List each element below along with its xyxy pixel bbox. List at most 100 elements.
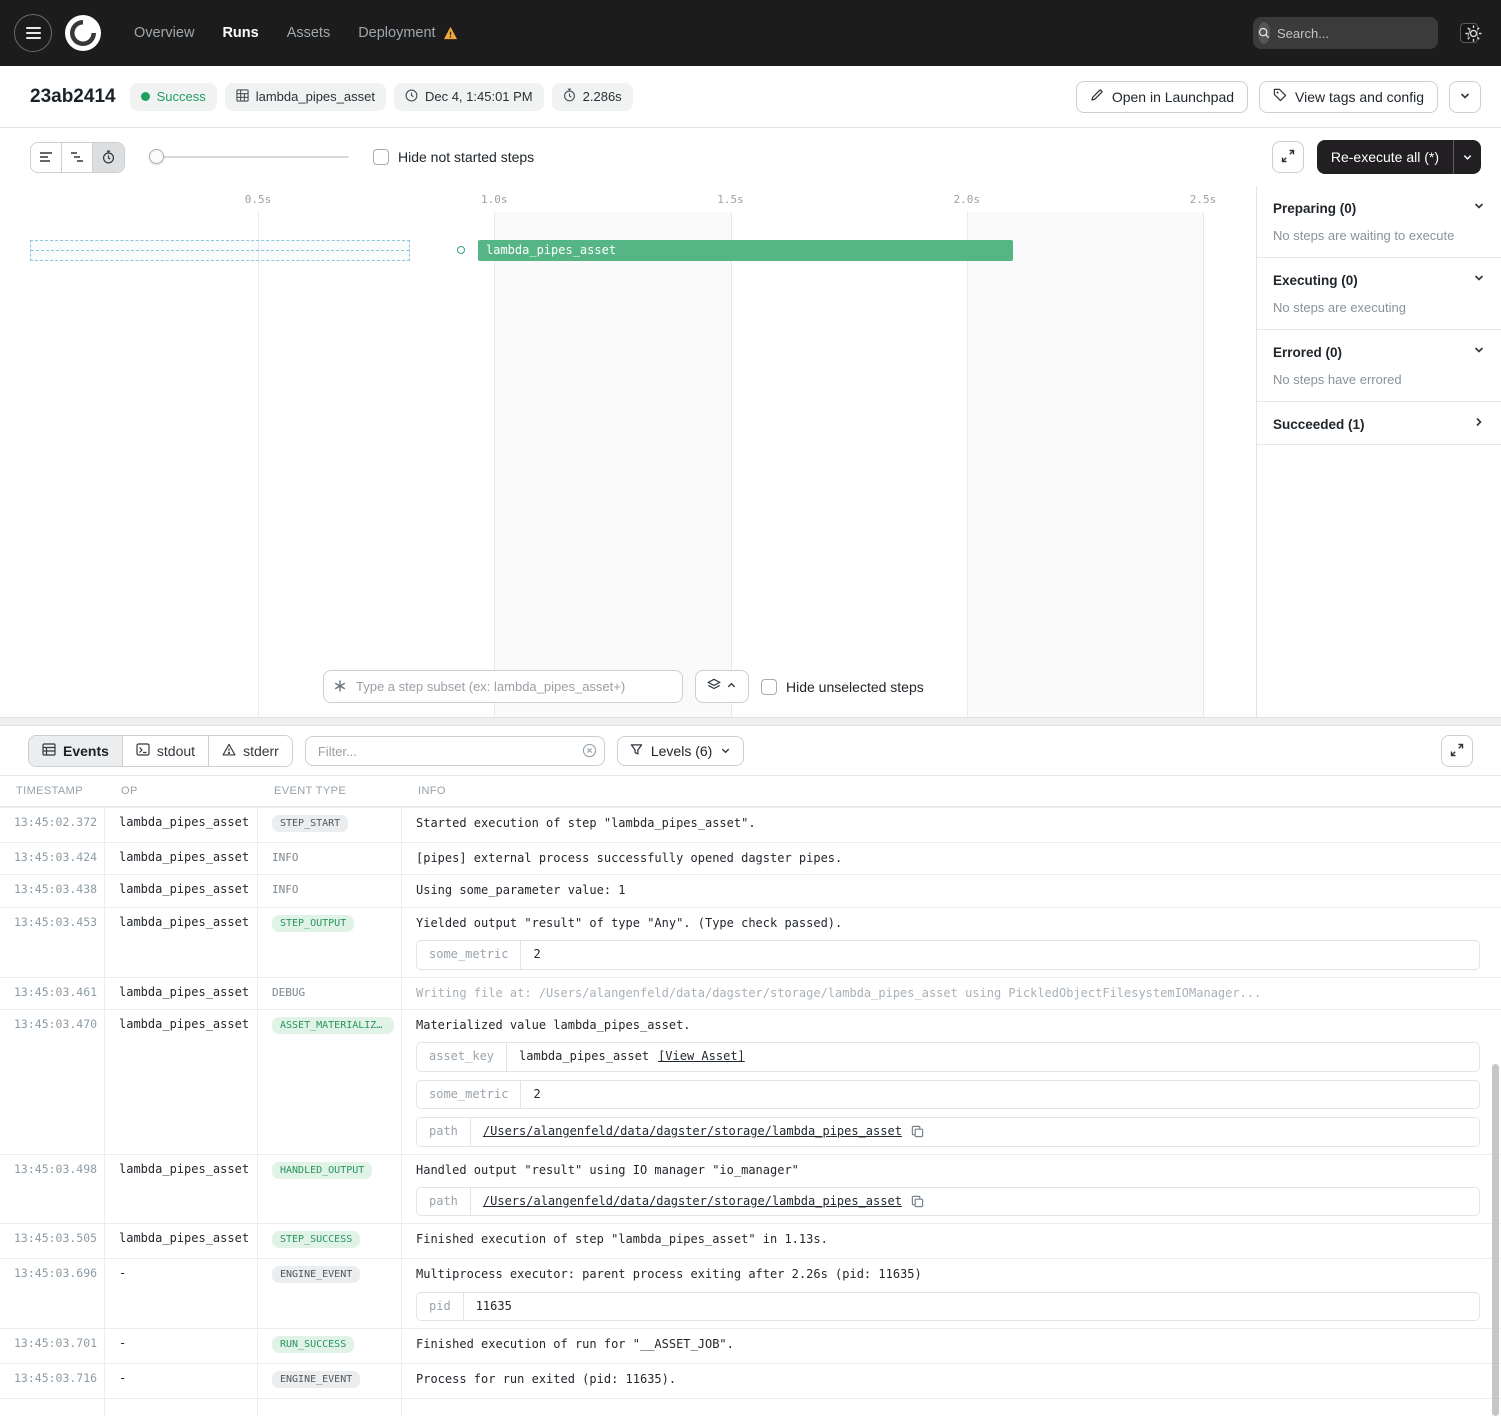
metadata-value: 11635	[464, 1293, 524, 1320]
status-panel: Preparing (0)No steps are waiting to exe…	[1256, 186, 1501, 717]
run-id: 23ab2414	[30, 86, 116, 108]
zoom-slider-knob[interactable]	[149, 149, 164, 164]
checkbox-icon[interactable]	[373, 149, 389, 165]
hide-not-started-checkbox[interactable]: Hide not started steps	[373, 149, 534, 165]
reexecute-all-button[interactable]: Re-execute all (*)	[1317, 140, 1481, 174]
table-row[interactable]: 13:45:03.438lambda_pipes_assetINFOUsing …	[0, 875, 1501, 907]
nav-item-assets[interactable]: Assets	[287, 25, 331, 41]
view-tags-config-label: View tags and config	[1295, 89, 1424, 105]
search-icon	[1258, 22, 1270, 44]
axis-band	[494, 212, 730, 717]
run-actions-dropdown-button[interactable]	[1449, 81, 1481, 113]
tab-stdout[interactable]: stdout	[123, 736, 209, 766]
event-type-badge: STEP_START	[272, 815, 348, 832]
table-row[interactable]: 13:45:03.424lambda_pipes_assetINFO[pipes…	[0, 843, 1501, 875]
gridline	[258, 212, 259, 717]
waterfall-view-button[interactable]	[62, 143, 93, 172]
nav-items: Overview Runs Assets Deployment	[134, 25, 458, 41]
status-section-header[interactable]: Errored (0)	[1257, 330, 1501, 372]
levels-dropdown-button[interactable]: Levels (6)	[617, 736, 744, 766]
flat-view-button[interactable]	[31, 143, 62, 172]
table-row[interactable]: 13:45:03.716-ENGINE_EVENTProcess for run…	[0, 1364, 1501, 1399]
panel-splitter[interactable]	[0, 717, 1501, 726]
status-section-title: Preparing (0)	[1273, 201, 1356, 216]
expand-icon	[1450, 743, 1464, 760]
step-subset-input[interactable]	[323, 670, 683, 703]
column-header-event-type: EVENT TYPE	[258, 785, 402, 797]
log-event-type: ENGINE_EVENT	[258, 1259, 402, 1328]
search-box[interactable]: /	[1253, 17, 1438, 49]
datetime-chip: Dec 4, 1:45:01 PM	[394, 83, 544, 111]
search-input[interactable]	[1277, 26, 1453, 41]
table-row[interactable]: 13:45:02.372lambda_pipes_assetSTEP_START…	[0, 808, 1501, 843]
event-type-badge: RUN_SUCCESS	[272, 1336, 354, 1353]
nav-item-deployment[interactable]: Deployment	[358, 25, 457, 41]
checkbox-icon[interactable]	[761, 679, 777, 695]
status-section-title: Succeeded (1)	[1273, 417, 1365, 432]
gantt-step-bar[interactable]: lambda_pipes_asset	[478, 240, 1013, 261]
log-fullscreen-button[interactable]	[1441, 735, 1473, 767]
zoom-slider[interactable]	[149, 143, 349, 171]
table-row[interactable]: 13:45:03.461lambda_pipes_assetDEBUGWriti…	[0, 978, 1501, 1010]
tab-stderr[interactable]: stderr	[209, 736, 292, 766]
gantt-toolbar: Hide not started steps Re-execute all (*…	[0, 128, 1501, 186]
tag-icon	[1273, 88, 1287, 105]
metadata-text: 11635	[476, 1298, 512, 1315]
table-row[interactable]: 13:45:03.701-RUN_SUCCESSFinished executi…	[0, 1329, 1501, 1364]
table-row[interactable]: 13:45:03.470lambda_pipes_assetASSET_MATE…	[0, 1010, 1501, 1155]
log-timestamp: 13:45:03.505	[0, 1224, 105, 1258]
status-section-title: Executing (0)	[1273, 273, 1358, 288]
status-badge: Success	[130, 83, 217, 111]
table-row[interactable]: 13:45:03.505lambda_pipes_assetSTEP_SUCCE…	[0, 1224, 1501, 1259]
gantt-fullscreen-button[interactable]	[1272, 141, 1304, 173]
log-event-type: INFO	[258, 875, 402, 906]
log-message: [pipes] external process successfully op…	[416, 850, 1491, 867]
metadata-path-link[interactable]: /Users/alangenfeld/data/dagster/storage/…	[483, 1123, 902, 1140]
log-timestamp: 13:45:03.498	[0, 1155, 105, 1224]
asset-chip[interactable]: lambda_pipes_asset	[225, 83, 386, 111]
copy-icon[interactable]	[911, 1195, 924, 1208]
metadata-path-link[interactable]: /Users/alangenfeld/data/dagster/storage/…	[483, 1193, 902, 1210]
status-section-header[interactable]: Succeeded (1)	[1257, 402, 1501, 444]
status-section: Preparing (0)No steps are waiting to exe…	[1257, 186, 1501, 258]
log-info: Process for run exited (pid: 11635).	[402, 1364, 1501, 1398]
dagster-logo	[64, 14, 102, 52]
filter-input[interactable]	[305, 736, 605, 766]
table-row[interactable]: 13:45:03.498lambda_pipes_assetHANDLED_OU…	[0, 1155, 1501, 1225]
log-timestamp: 13:45:03.424	[0, 843, 105, 874]
header-actions: Open in Launchpad View tags and config	[1076, 81, 1481, 113]
chevron-down-icon	[1473, 199, 1485, 217]
nav-item-runs[interactable]: Runs	[222, 25, 258, 41]
status-dot	[141, 92, 150, 101]
status-section-title: Errored (0)	[1273, 345, 1342, 360]
tab-Events[interactable]: Events	[29, 736, 123, 766]
hide-unselected-label: Hide unselected steps	[786, 679, 924, 695]
view-tags-config-button[interactable]: View tags and config	[1259, 81, 1438, 113]
metadata-row: some_metric2	[416, 940, 1480, 969]
scrollbar-thumb[interactable]	[1492, 1064, 1499, 1416]
open-in-launchpad-button[interactable]: Open in Launchpad	[1076, 81, 1248, 113]
settings-gear-icon[interactable]	[1464, 24, 1483, 43]
status-section-header[interactable]: Executing (0)	[1257, 258, 1501, 300]
copy-icon[interactable]	[911, 1125, 924, 1138]
clear-filter-icon[interactable]	[582, 743, 597, 758]
hide-unselected-checkbox[interactable]: Hide unselected steps	[761, 679, 924, 695]
asset-chip-label: lambda_pipes_asset	[256, 89, 375, 104]
reexecute-dropdown-caret[interactable]	[1453, 140, 1481, 174]
table-row[interactable]: 13:45:03.696-ENGINE_EVENTMultiprocess ex…	[0, 1259, 1501, 1329]
graph-query-toggle-button[interactable]	[695, 670, 749, 703]
nav-item-overview[interactable]: Overview	[134, 25, 194, 41]
hamburger-menu-button[interactable]	[14, 14, 52, 52]
log-message: Multiprocess executor: parent process ex…	[416, 1266, 1491, 1283]
status-section-header[interactable]: Preparing (0)	[1257, 186, 1501, 228]
view-asset-link[interactable]: [View Asset]	[658, 1048, 745, 1065]
grid-icon	[236, 89, 249, 105]
log-op: lambda_pipes_asset	[105, 875, 258, 906]
log-event-type: STEP_START	[258, 808, 402, 842]
timed-view-button[interactable]	[93, 143, 124, 172]
log-timestamp: 13:45:03.701	[0, 1329, 105, 1363]
hide-not-started-label: Hide not started steps	[398, 149, 534, 165]
log-info: Started execution of step "lambda_pipes_…	[402, 808, 1501, 842]
column-header-info: INFO	[402, 785, 1501, 797]
table-row[interactable]: 13:45:03.453lambda_pipes_assetSTEP_OUTPU…	[0, 908, 1501, 978]
